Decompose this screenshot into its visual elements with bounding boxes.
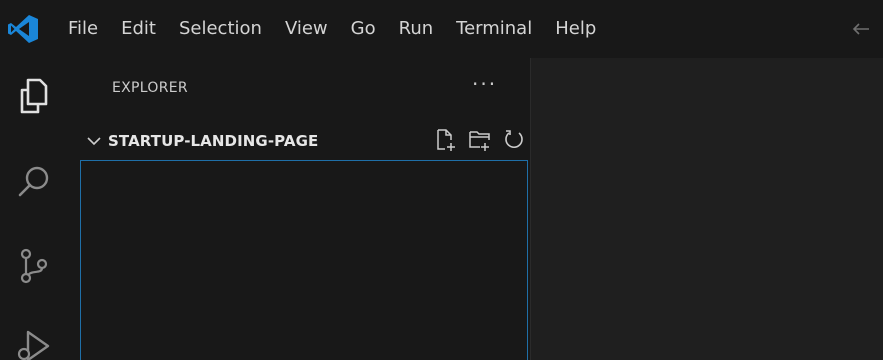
menu-edit[interactable]: Edit (121, 0, 156, 58)
explorer-sidebar: EXPLORER ··· STARTUP-LANDING-PAGE (72, 58, 557, 360)
vscode-logo-icon (8, 15, 38, 43)
menu-bar: File Edit Selection View Go Run Terminal… (68, 0, 619, 58)
new-file-icon[interactable] (434, 128, 458, 152)
menu-go[interactable]: Go (351, 0, 376, 58)
activity-bar (0, 58, 72, 360)
explorer-icon[interactable] (14, 76, 54, 116)
menu-help[interactable]: Help (555, 0, 596, 58)
more-actions-button[interactable]: ··· (472, 72, 497, 96)
search-icon[interactable] (14, 162, 54, 202)
folder-name: STARTUP-LANDING-PAGE (108, 132, 319, 150)
menu-run[interactable]: Run (399, 0, 434, 58)
sidebar-title: EXPLORER (112, 80, 188, 96)
menu-terminal[interactable]: Terminal (456, 0, 532, 58)
menu-view[interactable]: View (285, 0, 328, 58)
refresh-icon[interactable] (502, 128, 526, 152)
editor-area[interactable] (531, 58, 883, 360)
vscode-window: File Edit Selection View Go Run Terminal… (0, 0, 883, 360)
source-control-icon[interactable] (14, 246, 54, 286)
menu-selection[interactable]: Selection (179, 0, 262, 58)
chevron-down-icon (87, 137, 101, 146)
back-arrow-icon[interactable] (849, 17, 873, 41)
file-tree[interactable] (80, 160, 528, 360)
title-bar: File Edit Selection View Go Run Terminal… (0, 0, 883, 58)
menu-file[interactable]: File (68, 0, 98, 58)
new-folder-icon[interactable] (468, 128, 492, 152)
run-debug-icon[interactable] (14, 326, 54, 360)
